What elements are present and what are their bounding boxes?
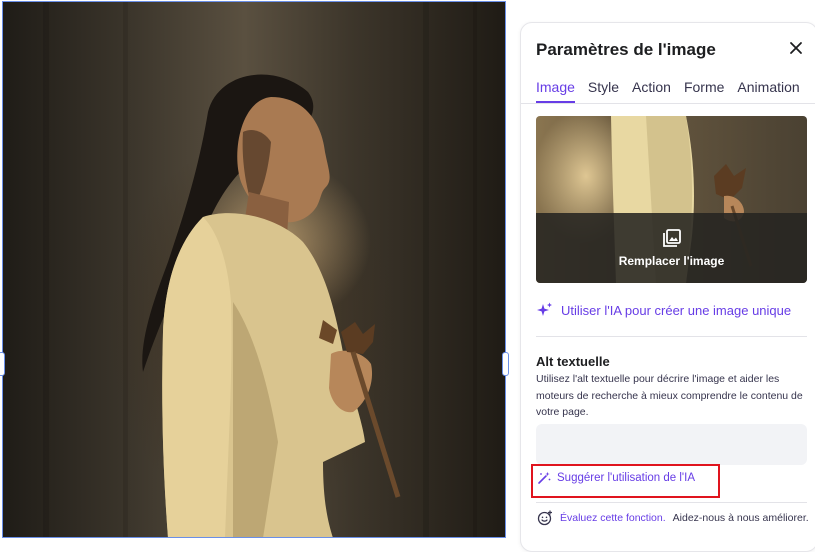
resize-handle-left[interactable] [0,352,5,376]
image-stack-icon [663,229,681,247]
alt-text-title: Alt textuelle [536,354,610,369]
suggest-ai-button[interactable]: Suggérer l'utilisation de l'IA [537,471,695,485]
tab-forme[interactable]: Forme [684,79,724,103]
section-divider [536,336,807,337]
panel-title: Paramètres de l'image [536,40,716,59]
feedback-link[interactable]: Évaluez cette fonction. [560,512,666,524]
footer-divider [536,502,807,503]
ai-create-image-label: Utiliser l'IA pour créer une image uniqu… [561,302,792,318]
tabs-divider [521,103,815,104]
ai-create-image-link[interactable]: Utiliser l'IA pour créer une image uniqu… [537,302,791,318]
alt-text-input[interactable] [536,424,807,465]
replace-image-button[interactable]: Remplacer l'image [536,254,807,268]
smiley-add-icon [537,510,552,526]
photo-illustration [43,2,477,538]
tab-action[interactable]: Action [632,79,671,103]
tab-image[interactable]: Image [536,79,575,103]
settings-tabs: Image Style Action Forme Animation [536,79,800,103]
feedback-row: Évaluez cette fonction. Aidez-nous à nou… [537,510,809,526]
replace-overlay[interactable] [536,213,807,283]
close-icon [790,42,802,54]
suggest-ai-label: Suggérer l'utilisation de l'IA [557,472,695,484]
image-settings-panel: Paramètres de l'image Image Style Action… [520,22,815,552]
resize-handle-right[interactable] [502,352,509,376]
alt-text-description: Utilisez l'alt textuelle pour décrire l'… [536,373,803,418]
feedback-text: Aidez-nous à nous améliorer. [672,512,809,524]
image-thumbnail[interactable]: Remplacer l'image [536,116,807,283]
magic-wand-icon [538,471,551,484]
close-button[interactable] [787,39,805,57]
tab-style[interactable]: Style [588,79,619,103]
sparkles-icon [537,302,552,316]
editor-canvas [0,0,515,538]
tab-animation[interactable]: Animation [737,79,799,103]
selected-photo[interactable] [3,2,506,538]
